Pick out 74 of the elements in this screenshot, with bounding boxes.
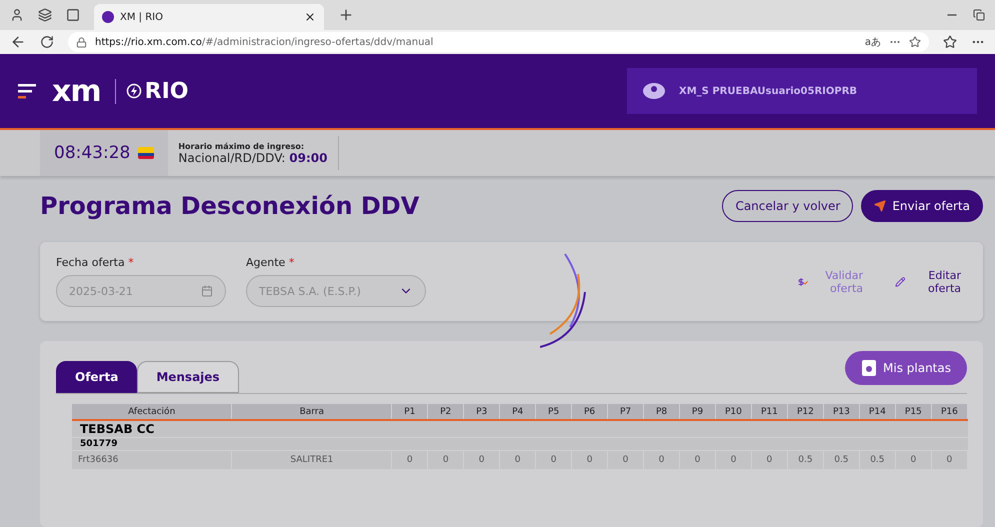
- table-cell: 0: [500, 450, 536, 468]
- profile-icon[interactable]: [10, 8, 24, 22]
- table-cell: Frt36636: [72, 450, 232, 468]
- column-header: P3: [464, 404, 500, 420]
- table-cell: 0: [428, 450, 464, 468]
- reload-icon[interactable]: [40, 35, 54, 49]
- column-header: P13: [823, 404, 860, 420]
- favicon-icon: [102, 11, 114, 23]
- send-icon: [874, 200, 886, 212]
- flag-icon: [138, 147, 154, 159]
- column-header: P8: [644, 404, 680, 420]
- column-header: P12: [787, 404, 824, 420]
- bolt-circle-icon: [126, 83, 142, 99]
- pencil-icon: [895, 274, 906, 288]
- back-icon[interactable]: [10, 34, 26, 50]
- browser-tab[interactable]: XM | RIO: [94, 4, 324, 30]
- workspaces-icon[interactable]: [38, 8, 52, 22]
- field-label: Fecha oferta *: [56, 256, 135, 269]
- table-cell: 0: [536, 450, 572, 468]
- cancel-button[interactable]: Cancelar y volver: [722, 190, 854, 222]
- table-cell: 0: [572, 450, 608, 468]
- table-cell: 0.5: [787, 450, 824, 468]
- table-cell: 0: [464, 450, 500, 468]
- table-cell: SALITRE1: [232, 450, 392, 468]
- new-tab-icon[interactable]: [338, 7, 354, 23]
- field-label: Agente *: [246, 256, 296, 269]
- column-header: Barra: [232, 404, 392, 420]
- deadline-schedule: Nacional/RD/DDV: 09:00: [178, 150, 328, 164]
- menu-icon[interactable]: [18, 83, 38, 99]
- column-header: P9: [680, 404, 716, 420]
- table-cell: 0: [644, 450, 680, 468]
- calendar-icon: [201, 285, 213, 297]
- column-header: P2: [428, 404, 464, 420]
- table-cell: 0: [931, 450, 968, 468]
- table-cell: 0: [715, 450, 752, 468]
- column-header: Afectación: [72, 404, 232, 420]
- close-icon[interactable]: [304, 11, 316, 23]
- favorites-icon[interactable]: [943, 35, 957, 49]
- user-panel[interactable]: XM_S PRUEBAUsuario05RIOPRB: [627, 68, 977, 114]
- table-cell: 0.5: [859, 450, 896, 468]
- clock-time: 08:43:28: [54, 143, 130, 163]
- lock-icon: [76, 36, 87, 48]
- restore-icon[interactable]: [973, 9, 985, 21]
- column-header: P11: [751, 404, 788, 420]
- page-title: Programa Desconexión DDV: [40, 192, 420, 220]
- column-header: P15: [895, 404, 932, 420]
- column-header: P7: [608, 404, 644, 420]
- favorite-star-icon[interactable]: [909, 36, 921, 48]
- tab[interactable]: Oferta: [56, 361, 138, 393]
- deadline-label: Horario máximo de ingreso:: [178, 142, 306, 150]
- table-cell: 0: [751, 450, 788, 468]
- column-header: P10: [715, 404, 752, 420]
- subgroup-row: 501779: [72, 438, 968, 450]
- column-header: P5: [536, 404, 572, 420]
- brand-logo: xm: [52, 74, 101, 108]
- column-header: P4: [500, 404, 536, 420]
- send-offer-button[interactable]: Enviar oferta: [861, 190, 983, 222]
- column-header: P16: [931, 404, 968, 420]
- table-cell: 0: [392, 450, 428, 468]
- app-name: RIO: [114, 78, 188, 104]
- tab[interactable]: Mensajes: [137, 361, 239, 393]
- group-row: TEBSAB CC: [72, 420, 968, 438]
- read-aloud-icon[interactable]: aあ: [864, 35, 881, 49]
- column-header: P1: [392, 404, 428, 420]
- table-cell: 0.5: [823, 450, 860, 468]
- tab-actions-icon[interactable]: [66, 8, 80, 22]
- column-header: P14: [859, 404, 896, 420]
- column-header: P6: [572, 404, 608, 420]
- address-bar[interactable]: https://rio.xm.com.co/#/administracion/ingreso-ofertas/ddv/manual aあ: [68, 32, 929, 52]
- table-cell: 0: [608, 450, 644, 468]
- table-cell: 0: [680, 450, 716, 468]
- table-cell: 0: [895, 450, 932, 468]
- edit-offer-button[interactable]: Editar oferta: [889, 268, 967, 296]
- my-plants-button[interactable]: Mis plantas: [845, 351, 967, 385]
